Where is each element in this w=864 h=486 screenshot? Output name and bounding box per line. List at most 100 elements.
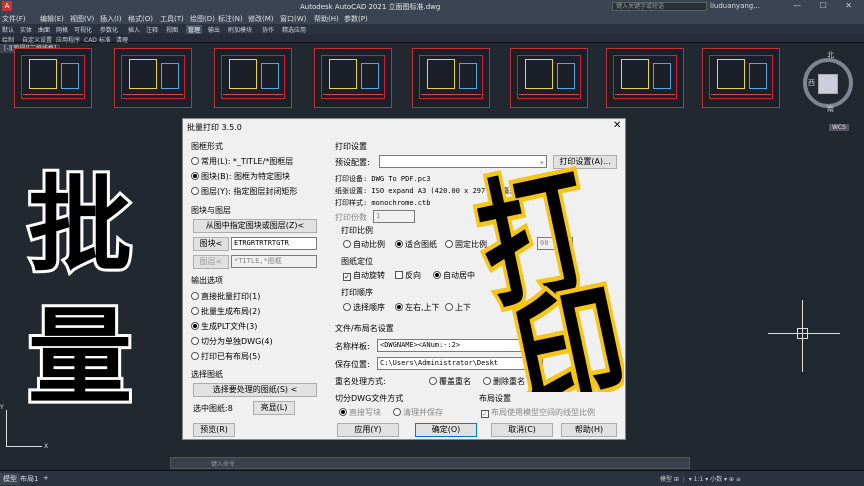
- select-section-title: 选择图纸: [191, 370, 223, 379]
- close-icon[interactable]: ✕: [613, 120, 621, 131]
- drawing-sheet: [702, 48, 780, 108]
- split-write-block[interactable]: 直接写块: [339, 407, 381, 418]
- tab-layout1[interactable]: 布局1: [17, 473, 41, 485]
- drawing-sheet: [114, 48, 192, 108]
- wcs-menu[interactable]: WCS: [829, 124, 849, 131]
- panel-cad-standard[interactable]: CAD 标准: [84, 35, 111, 44]
- tab-output[interactable]: 输出: [208, 25, 220, 34]
- tab-parametric[interactable]: 参数化: [100, 25, 118, 34]
- frame-option-layer[interactable]: 图层(Y): 指定图层封闭矩形: [191, 186, 297, 197]
- tab-mesh[interactable]: 网格: [56, 25, 68, 34]
- overlay-char-liang: 量: [25, 293, 135, 421]
- tab-featured[interactable]: 精选应用: [282, 25, 306, 34]
- save-path-label: 保存位置:: [335, 360, 370, 369]
- menu-modify[interactable]: 修改(M): [248, 14, 274, 24]
- output-section-title: 输出选项: [191, 276, 223, 285]
- compass-south: 南: [827, 105, 834, 113]
- copies-label: 打印份数: [335, 213, 367, 222]
- status-tools[interactable]: 模型 ⊞ ⋮ ▾ 1:1 ▾ 小数 ▾ ⊕ ≡: [660, 474, 741, 483]
- tab-visualize[interactable]: 可视化: [74, 25, 92, 34]
- menu-file[interactable]: 文件(F): [2, 14, 26, 24]
- ok-button[interactable]: 确定(O): [415, 423, 477, 437]
- ucs-icon: [6, 410, 7, 446]
- scale-auto[interactable]: 自动比例: [343, 239, 385, 250]
- preview-button[interactable]: 预览(R): [193, 423, 235, 437]
- drawing-sheet: [314, 48, 392, 108]
- tab-default[interactable]: 默认: [2, 25, 14, 34]
- layer-name-field[interactable]: *TITLE,*图框: [231, 255, 317, 268]
- tab-collaborate[interactable]: 协作: [262, 25, 274, 34]
- highlight-button[interactable]: 亮显(L): [253, 401, 295, 415]
- menu-bar: 文件(F) 编辑(E) 视图(V) 插入(I) 格式(O) 工具(T) 绘图(D…: [0, 13, 864, 24]
- tab-addins[interactable]: 附加模块: [228, 25, 252, 34]
- search-input[interactable]: 键入关键字或短语: [612, 2, 707, 11]
- scale-fit[interactable]: 适合图纸: [395, 239, 437, 250]
- layer-button[interactable]: 图层<: [193, 255, 229, 269]
- tab-view[interactable]: 视图: [166, 25, 178, 34]
- drawing-sheet: [510, 48, 588, 108]
- pick-block-layer-button[interactable]: 从图中指定图块或图层(Z)<: [193, 219, 317, 233]
- ucs-y-label: Y: [0, 404, 4, 411]
- compass-north: 北: [827, 51, 834, 59]
- select-drawings-button[interactable]: 选择要处理的图纸(S) <: [193, 383, 317, 397]
- frame-option-block[interactable]: 图块(B): 图框为特定图块: [191, 171, 290, 182]
- block-button[interactable]: 图块<: [193, 237, 229, 251]
- viewcube-icon[interactable]: [818, 74, 838, 94]
- output-split-dwg[interactable]: 切分为单独DWG(4): [191, 336, 273, 347]
- output-direct-print[interactable]: 直接批量打印(1): [191, 291, 260, 302]
- output-batch-layout[interactable]: 批量生成布局(2): [191, 306, 260, 317]
- title-bar: A Autodesk AutoCAD 2021 立面图标准.dwg 键入关键字或…: [0, 0, 864, 13]
- tab-solid[interactable]: 实体: [20, 25, 32, 34]
- style-info: 打印样式: monochrome.ctb: [335, 199, 431, 207]
- output-plt-file[interactable]: 生成PLT文件(3): [191, 321, 257, 332]
- auto-rotate-checkbox[interactable]: ✓ 自动旋转: [343, 270, 385, 281]
- panel-draw[interactable]: 绘制: [2, 35, 14, 44]
- command-line[interactable]: 键入命令: [170, 457, 690, 469]
- add-layout-button[interactable]: +: [40, 473, 52, 483]
- tab-manage[interactable]: 管理: [186, 25, 203, 34]
- drawing-sheet: [412, 48, 490, 108]
- app-logo-icon[interactable]: A: [2, 1, 12, 11]
- cancel-button[interactable]: 取消(C): [491, 423, 553, 437]
- output-print-layouts[interactable]: 打印已有布局(5): [191, 351, 260, 362]
- tab-insert[interactable]: 插入: [128, 25, 140, 34]
- ucs-icon: [6, 446, 42, 447]
- menu-format[interactable]: 格式(O): [128, 14, 153, 24]
- window-controls[interactable]: — ☐ ✕: [793, 1, 860, 10]
- panel-purge[interactable]: 清理: [116, 35, 128, 44]
- menu-dimension[interactable]: 标注(N): [218, 14, 243, 24]
- panel-custom[interactable]: 自定义设置: [22, 35, 52, 44]
- frame-option-common[interactable]: 常用(L): *_TITLE/*图框层: [191, 156, 293, 167]
- block-name-field[interactable]: ETRGRTRTRTGTR: [231, 237, 317, 250]
- ucs-x-label: X: [44, 443, 49, 450]
- window-title: Autodesk AutoCAD 2021 立面图标准.dwg: [300, 3, 441, 11]
- drawing-sheet: [606, 48, 684, 108]
- panel-apps[interactable]: 应用程序: [56, 35, 80, 44]
- split-purge-save[interactable]: 清理并保存: [393, 407, 443, 418]
- help-button[interactable]: 帮助(H): [561, 423, 617, 437]
- menu-help[interactable]: 帮助(H): [314, 14, 339, 24]
- name-template-label: 名称样板:: [335, 342, 370, 351]
- order-select[interactable]: 选择顺序: [343, 302, 385, 313]
- menu-draw[interactable]: 绘图(D): [190, 14, 215, 24]
- scale-section-title: 打印比例: [341, 226, 373, 235]
- overlay-stamp: 打 印: [464, 162, 624, 392]
- tab-annotate[interactable]: 注释: [146, 25, 158, 34]
- layout-linetype-checkbox[interactable]: ✓ 布局使用模型空间的线型比例: [481, 407, 595, 418]
- tab-surface[interactable]: 曲面: [38, 25, 50, 34]
- copies-field[interactable]: 1: [373, 210, 415, 223]
- menu-insert[interactable]: 插入(I): [100, 14, 122, 24]
- menu-view[interactable]: 视图(V): [70, 14, 94, 24]
- printer-info: 打印设备: DWG To PDF.pc3: [335, 175, 431, 183]
- menu-edit[interactable]: 编辑(E): [40, 14, 64, 24]
- menu-params[interactable]: 参数(P): [344, 14, 368, 24]
- menu-window[interactable]: 窗口(W): [280, 14, 306, 24]
- order-lr-ud[interactable]: 左右,上下: [395, 302, 440, 313]
- menu-tools[interactable]: 工具(T): [160, 14, 184, 24]
- apply-button[interactable]: 应用(Y): [337, 423, 399, 437]
- pos-section-title: 图纸定位: [341, 257, 373, 266]
- split-section-title: 切分DWG文件方式: [335, 394, 404, 403]
- user-account[interactable]: liuduanyang...: [710, 2, 760, 10]
- command-input[interactable]: 键入命令: [211, 459, 235, 468]
- reverse-checkbox[interactable]: 反向: [395, 270, 421, 281]
